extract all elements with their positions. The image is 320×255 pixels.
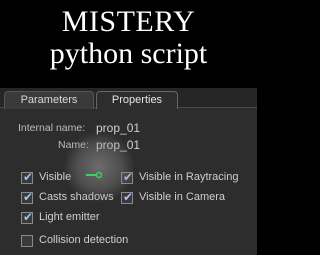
casts-shadows-checkbox[interactable]	[21, 190, 33, 204]
light-emitter-checkbox[interactable]	[21, 210, 33, 224]
banner-subtitle: python script	[49, 37, 208, 70]
checkbox-row-visible-in-raytracing[interactable]: Visible in Raytracing	[121, 170, 251, 188]
visible-checkbox[interactable]	[21, 170, 33, 184]
pointer-cursor-icon	[86, 171, 103, 179]
internal-name-label: Internal name:	[18, 122, 86, 134]
collision-detection-label: Collision detection	[39, 234, 129, 246]
checkbox-row-light-emitter[interactable]: Light emitter	[21, 210, 141, 228]
title-banner: MISTERY python script	[0, 0, 257, 80]
tab-properties[interactable]: Properties	[96, 91, 178, 109]
banner-title: MISTERY	[61, 5, 196, 38]
click-highlight	[64, 132, 134, 202]
checkbox-row-collision-detection[interactable]: Collision detection	[21, 234, 161, 251]
collision-detection-checkbox[interactable]	[21, 235, 33, 247]
tab-parameters[interactable]: Parameters	[4, 91, 94, 109]
checkbox-row-visible-in-camera[interactable]: Visible in Camera	[121, 190, 251, 208]
visible-in-camera-checkbox[interactable]	[121, 190, 133, 204]
visible-in-raytracing-label: Visible in Raytracing	[139, 171, 239, 183]
visible-in-camera-label: Visible in Camera	[139, 191, 226, 203]
tab-bar: Parameters Properties	[0, 88, 257, 109]
light-emitter-label: Light emitter	[39, 211, 100, 223]
